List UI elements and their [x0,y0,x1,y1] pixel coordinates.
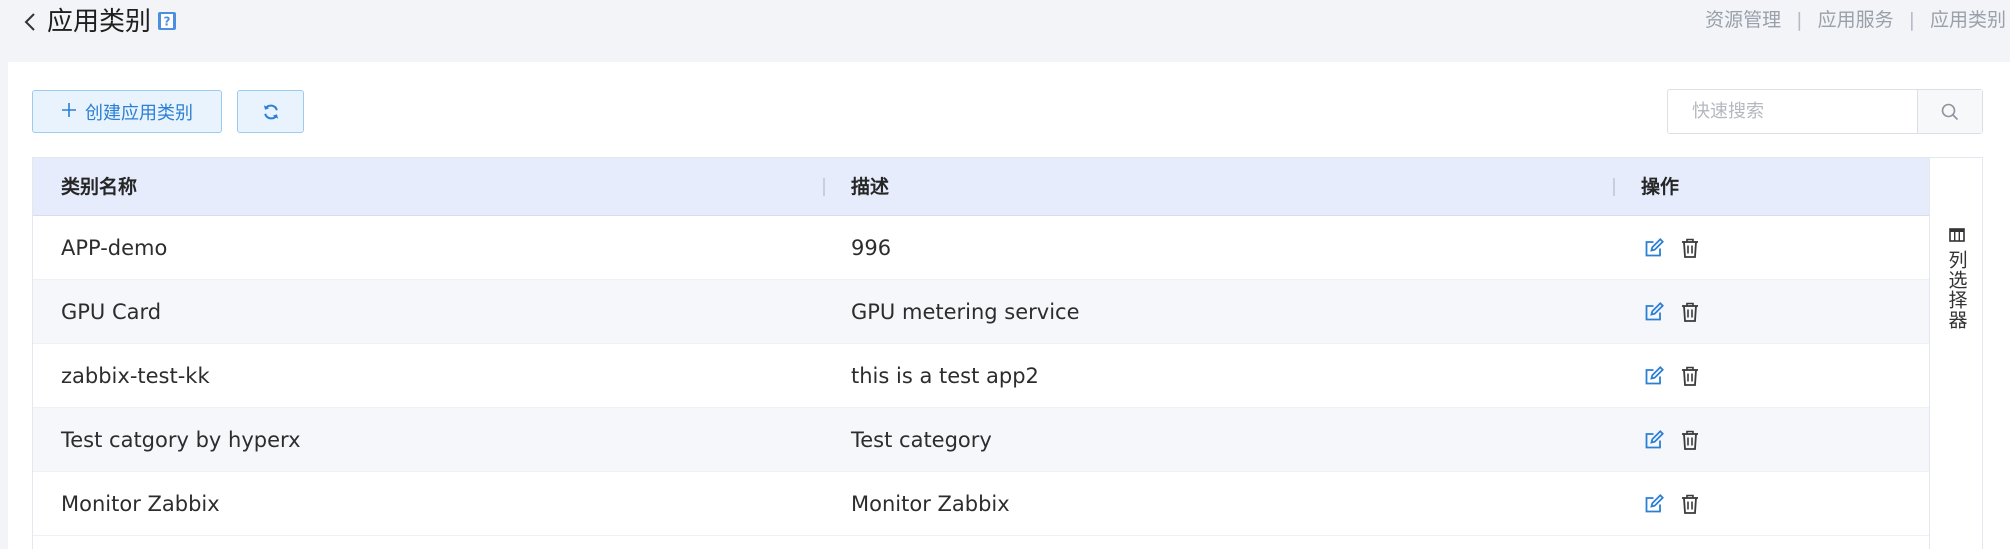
table-row: Test catgory by hyperx Test category [33,408,1929,472]
refresh-icon [263,104,278,119]
column-selector-label: 列选择器 [1945,250,1968,330]
breadcrumb-separator: | [1908,9,1915,31]
page-header: 应用类别 ? 资源管理 | 应用服务 | 应用类别 [0,0,2010,62]
data-table: 类别名称 描述 操作 APP-demo 996 GPU Card GPU meteri… [32,157,1983,549]
help-book-icon[interactable]: ? [157,11,177,31]
back-button[interactable] [18,7,42,37]
content-card: 创建应用类别 类别名称 描述 操作 APP-d [8,62,2010,549]
column-resizer[interactable] [1613,178,1615,196]
cell-category-name: Monitor Zabbix [61,492,220,516]
cell-category-name: Test catgory by hyperx [61,428,301,452]
refresh-button[interactable] [237,90,304,133]
cell-description: Test category [851,428,992,452]
columns-icon [1949,228,1965,242]
delete-icon[interactable] [1677,427,1703,453]
delete-icon[interactable] [1677,363,1703,389]
column-header-description[interactable]: 描述 [851,158,889,216]
edit-icon[interactable] [1641,427,1667,453]
cell-actions [1641,216,1713,280]
table-rows: APP-demo 996 GPU Card GPU metering service z… [33,216,1929,536]
search-icon [1941,103,1959,120]
cell-description: Monitor Zabbix [851,492,1010,516]
page-title: 应用类别 [47,7,152,37]
column-resizer[interactable] [823,178,825,196]
table-row: Monitor Zabbix Monitor Zabbix [33,472,1929,536]
breadcrumb-item-app-category[interactable]: 应用类别 [1930,6,2006,34]
edit-icon[interactable] [1641,491,1667,517]
table-row: zabbix-test-kk this is a test app2 [33,344,1929,408]
cell-category-name: APP-demo [61,236,168,260]
column-header-actions: 操作 [1641,176,1680,198]
cell-actions [1641,408,1713,472]
column-selector-button[interactable]: 列选择器 [1929,158,1982,549]
cell-description: this is a test app2 [851,364,1039,388]
search-input[interactable] [1668,90,1917,133]
search-box [1667,89,1983,134]
breadcrumb-separator: | [1796,9,1803,31]
column-header-name[interactable]: 类别名称 [61,158,137,216]
search-button[interactable] [1917,90,1982,133]
cell-description: GPU metering service [851,300,1080,324]
breadcrumb-item-app-services[interactable]: 应用服务 [1818,6,1894,34]
svg-text:?: ? [164,15,171,29]
delete-icon[interactable] [1677,235,1703,261]
cell-actions [1641,344,1713,408]
cell-actions [1641,280,1713,344]
edit-icon[interactable] [1641,235,1667,261]
edit-icon[interactable] [1641,299,1667,325]
table-row: APP-demo 996 [33,216,1929,280]
cell-category-name: zabbix-test-kk [61,364,210,388]
cell-category-name: GPU Card [61,300,162,324]
plus-icon [61,101,77,123]
breadcrumb-item-resource-management[interactable]: 资源管理 [1705,6,1781,34]
table-row: GPU Card GPU metering service [33,280,1929,344]
delete-icon[interactable] [1677,299,1703,325]
create-app-category-button[interactable]: 创建应用类别 [32,90,222,133]
cell-actions [1641,472,1713,536]
table-header: 类别名称 描述 操作 [33,158,1929,216]
delete-icon[interactable] [1677,491,1703,517]
cell-description: 996 [851,236,892,260]
create-button-label: 创建应用类别 [85,102,193,124]
edit-icon[interactable] [1641,363,1667,389]
table-body-wrap: 类别名称 描述 操作 APP-demo 996 GPU Card GPU meteri… [33,158,1929,536]
chevron-left-icon [24,13,35,31]
breadcrumb: 资源管理 | 应用服务 | 应用类别 [1705,6,2006,34]
